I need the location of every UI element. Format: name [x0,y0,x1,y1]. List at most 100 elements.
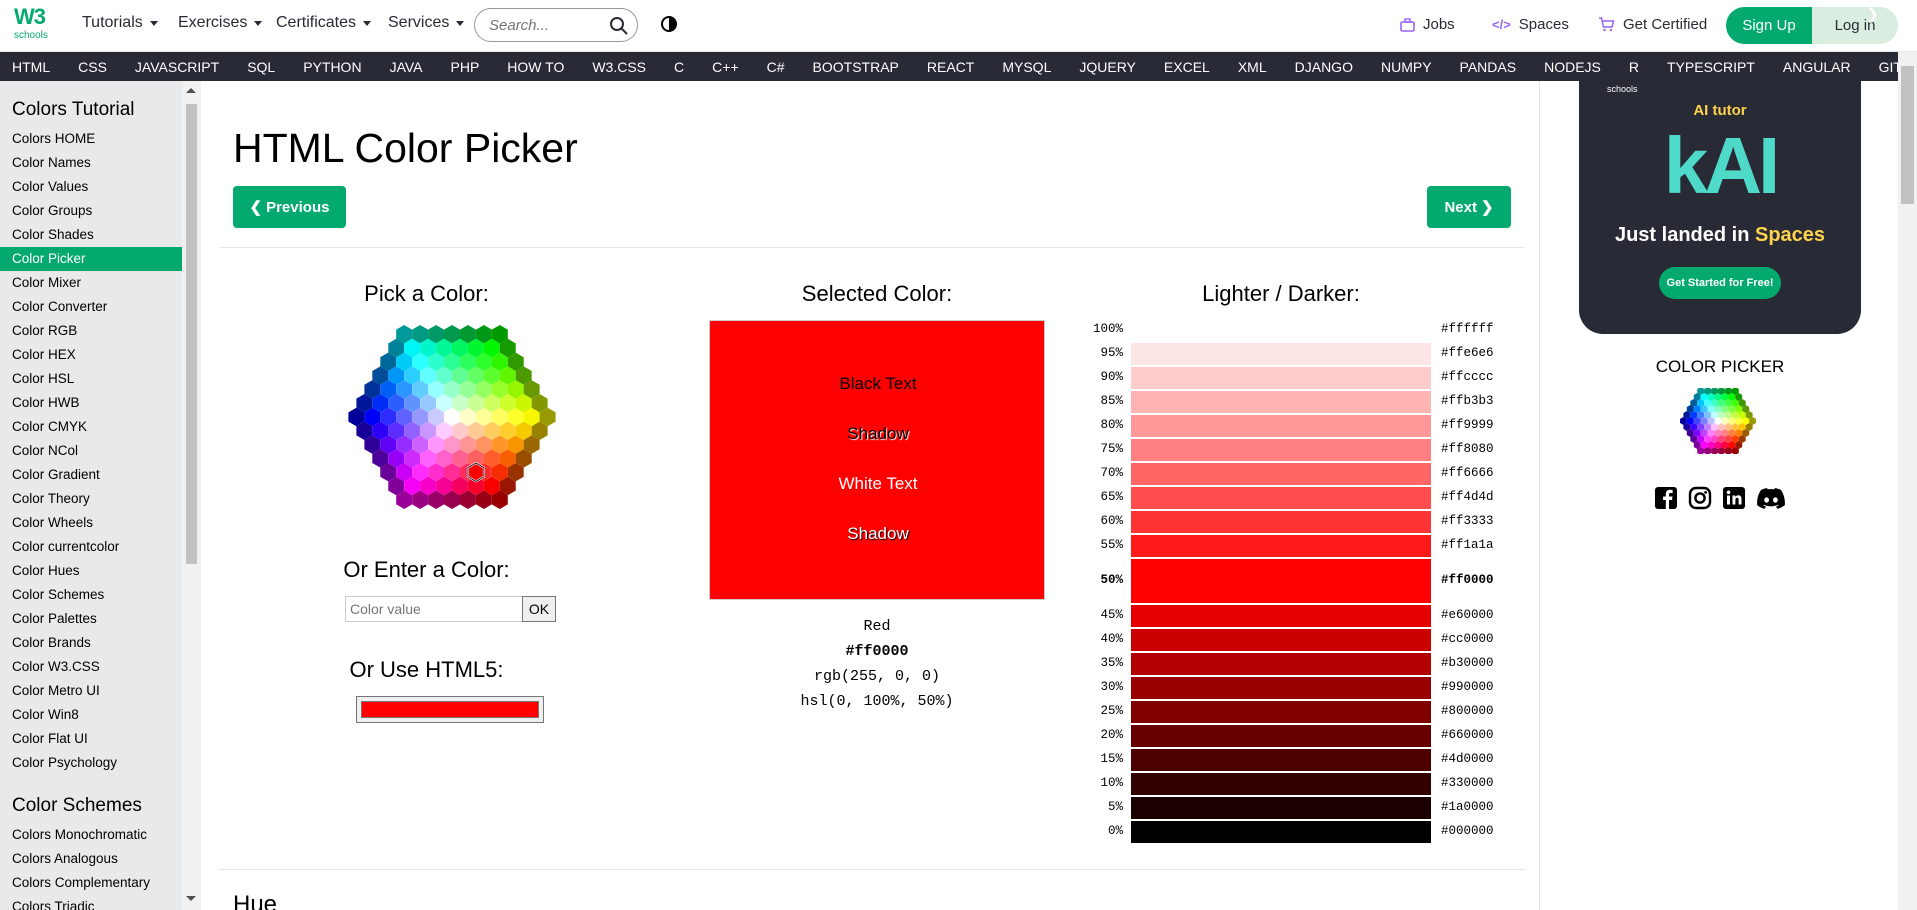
sidebar-item-color-currentcolor[interactable]: Color currentcolor [0,535,182,559]
sidebar-item-color-converter[interactable]: Color Converter [0,295,182,319]
login-button[interactable]: Log in [1812,7,1898,44]
sidebar-item-colors-monochromatic[interactable]: Colors Monochromatic [0,823,182,847]
shade-swatch[interactable] [1131,725,1431,747]
scroll-up-arrow-icon[interactable] [186,88,196,93]
shade-swatch[interactable] [1131,319,1431,341]
w3schools-logo[interactable]: W3 schools [12,4,54,44]
ok-button[interactable]: OK [522,596,556,622]
linkedin-icon[interactable] [1722,486,1746,510]
spaces-link[interactable]: </> Spaces [1492,16,1569,33]
sidebar-item-color-values[interactable]: Color Values [0,175,182,199]
lang-link-sql[interactable]: SQL [247,59,275,75]
lang-link-xml[interactable]: XML [1238,59,1267,75]
ad-cta-button[interactable]: Get Started for Free! [1659,267,1781,299]
shade-swatch[interactable] [1131,701,1431,723]
lang-link-mysql[interactable]: MYSQL [1002,59,1051,75]
sidebar-item-color-flat-ui[interactable]: Color Flat UI [0,727,182,751]
sidebar-item-colors-analogous[interactable]: Colors Analogous [0,847,182,871]
color-hexagon-map[interactable] [337,317,567,517]
sidebar-item-color-mixer[interactable]: Color Mixer [0,271,182,295]
lang-link-w3-css[interactable]: W3.CSS [592,59,646,75]
lang-link-python[interactable]: PYTHON [303,59,361,75]
sidebar-item-color-brands[interactable]: Color Brands [0,631,182,655]
sidebar-item-color-schemes[interactable]: Color Schemes [0,583,182,607]
menu-certificates[interactable]: Certificates [276,14,372,32]
sidebar-item-color-ncol[interactable]: Color NCol [0,439,182,463]
chevron-right-icon[interactable]: ❯ [1866,5,1879,23]
lang-link-c-[interactable]: C# [767,59,785,75]
signup-button[interactable]: Sign Up [1726,7,1812,44]
sidebar-item-color-gradient[interactable]: Color Gradient [0,463,182,487]
sidebar-item-color-rgb[interactable]: Color RGB [0,319,182,343]
lang-link-numpy[interactable]: NUMPY [1381,59,1432,75]
sidebar-item-color-cmyk[interactable]: Color CMYK [0,415,182,439]
sidebar-item-color-groups[interactable]: Color Groups [0,199,182,223]
sidebar-item-colors-complementary[interactable]: Colors Complementary [0,871,182,895]
search-icon[interactable] [609,16,629,36]
sidebar-item-color-shades[interactable]: Color Shades [0,223,182,247]
sidebar-scrollbar-thumb[interactable] [186,104,197,564]
color-picker-hexagon-icon[interactable] [1680,388,1756,454]
shade-swatch[interactable] [1131,535,1431,557]
jobs-link[interactable]: Jobs [1400,16,1455,33]
instagram-icon[interactable] [1688,486,1712,510]
next-button[interactable]: Next ❯ [1427,186,1511,228]
menu-services[interactable]: Services [388,14,465,32]
sidebar-item-color-picker[interactable]: Color Picker [0,247,182,271]
lang-link-java[interactable]: JAVA [390,59,423,75]
sidebar-item-color-win8[interactable]: Color Win8 [0,703,182,727]
discord-icon[interactable] [1756,486,1786,510]
shade-swatch[interactable] [1131,439,1431,461]
lang-link-django[interactable]: DJANGO [1295,59,1353,75]
sidebar-item-color-hex[interactable]: Color HEX [0,343,182,367]
page-scrollbar-thumb[interactable] [1901,66,1914,204]
lang-link-how-to[interactable]: HOW TO [507,59,564,75]
sidebar-item-color-palettes[interactable]: Color Palettes [0,607,182,631]
sidebar-item-color-hwb[interactable]: Color HWB [0,391,182,415]
lang-link-javascript[interactable]: JAVASCRIPT [135,59,219,75]
sidebar-item-color-hues[interactable]: Color Hues [0,559,182,583]
search-box[interactable] [474,8,638,42]
lang-link-css[interactable]: CSS [78,59,107,75]
sidebar-item-color-hsl[interactable]: Color HSL [0,367,182,391]
lang-link-pandas[interactable]: PANDAS [1460,59,1517,75]
sidebar-item-colors-home[interactable]: Colors HOME [0,127,182,151]
sidebar-item-colors-triadic[interactable]: Colors Triadic [0,895,182,910]
previous-button[interactable]: ❮ Previous [233,186,346,228]
shade-swatch[interactable] [1131,367,1431,389]
lang-link-php[interactable]: PHP [451,59,480,75]
shade-swatch[interactable] [1131,415,1431,437]
shade-swatch[interactable] [1131,559,1431,603]
sidebar-item-color-names[interactable]: Color Names [0,151,182,175]
sidebar-item-color-w3-css[interactable]: Color W3.CSS [0,655,182,679]
sidebar-item-color-theory[interactable]: Color Theory [0,487,182,511]
shade-swatch[interactable] [1131,463,1431,485]
sidebar-item-color-metro-ui[interactable]: Color Metro UI [0,679,182,703]
lang-link-excel[interactable]: EXCEL [1164,59,1210,75]
sidebar-item-color-wheels[interactable]: Color Wheels [0,511,182,535]
lang-link-html[interactable]: HTML [12,59,50,75]
contrast-toggle-icon[interactable] [660,15,678,33]
shade-swatch[interactable] [1131,605,1431,627]
shade-swatch[interactable] [1131,797,1431,819]
lang-link-c-[interactable]: C++ [712,59,738,75]
ai-tutor-ad[interactable]: schools AI tutor kAI Just landed in Spac… [1579,72,1861,334]
shade-swatch[interactable] [1131,511,1431,533]
get-certified-link[interactable]: Get Certified [1598,16,1707,33]
search-input[interactable] [489,16,609,34]
shade-swatch[interactable] [1131,677,1431,699]
lang-link-bootstrap[interactable]: BOOTSTRAP [813,59,899,75]
menu-tutorials[interactable]: Tutorials [82,14,158,32]
html5-color-input[interactable] [356,696,544,723]
shade-swatch[interactable] [1131,391,1431,413]
lang-link-react[interactable]: REACT [927,59,974,75]
shade-swatch[interactable] [1131,487,1431,509]
color-value-input[interactable] [345,596,523,622]
facebook-icon[interactable] [1654,486,1678,510]
shade-swatch[interactable] [1131,773,1431,795]
scroll-down-arrow-icon[interactable] [186,896,196,901]
shade-swatch[interactable] [1131,343,1431,365]
shade-swatch[interactable] [1131,653,1431,675]
menu-exercises[interactable]: Exercises [178,14,263,32]
shade-swatch[interactable] [1131,749,1431,771]
